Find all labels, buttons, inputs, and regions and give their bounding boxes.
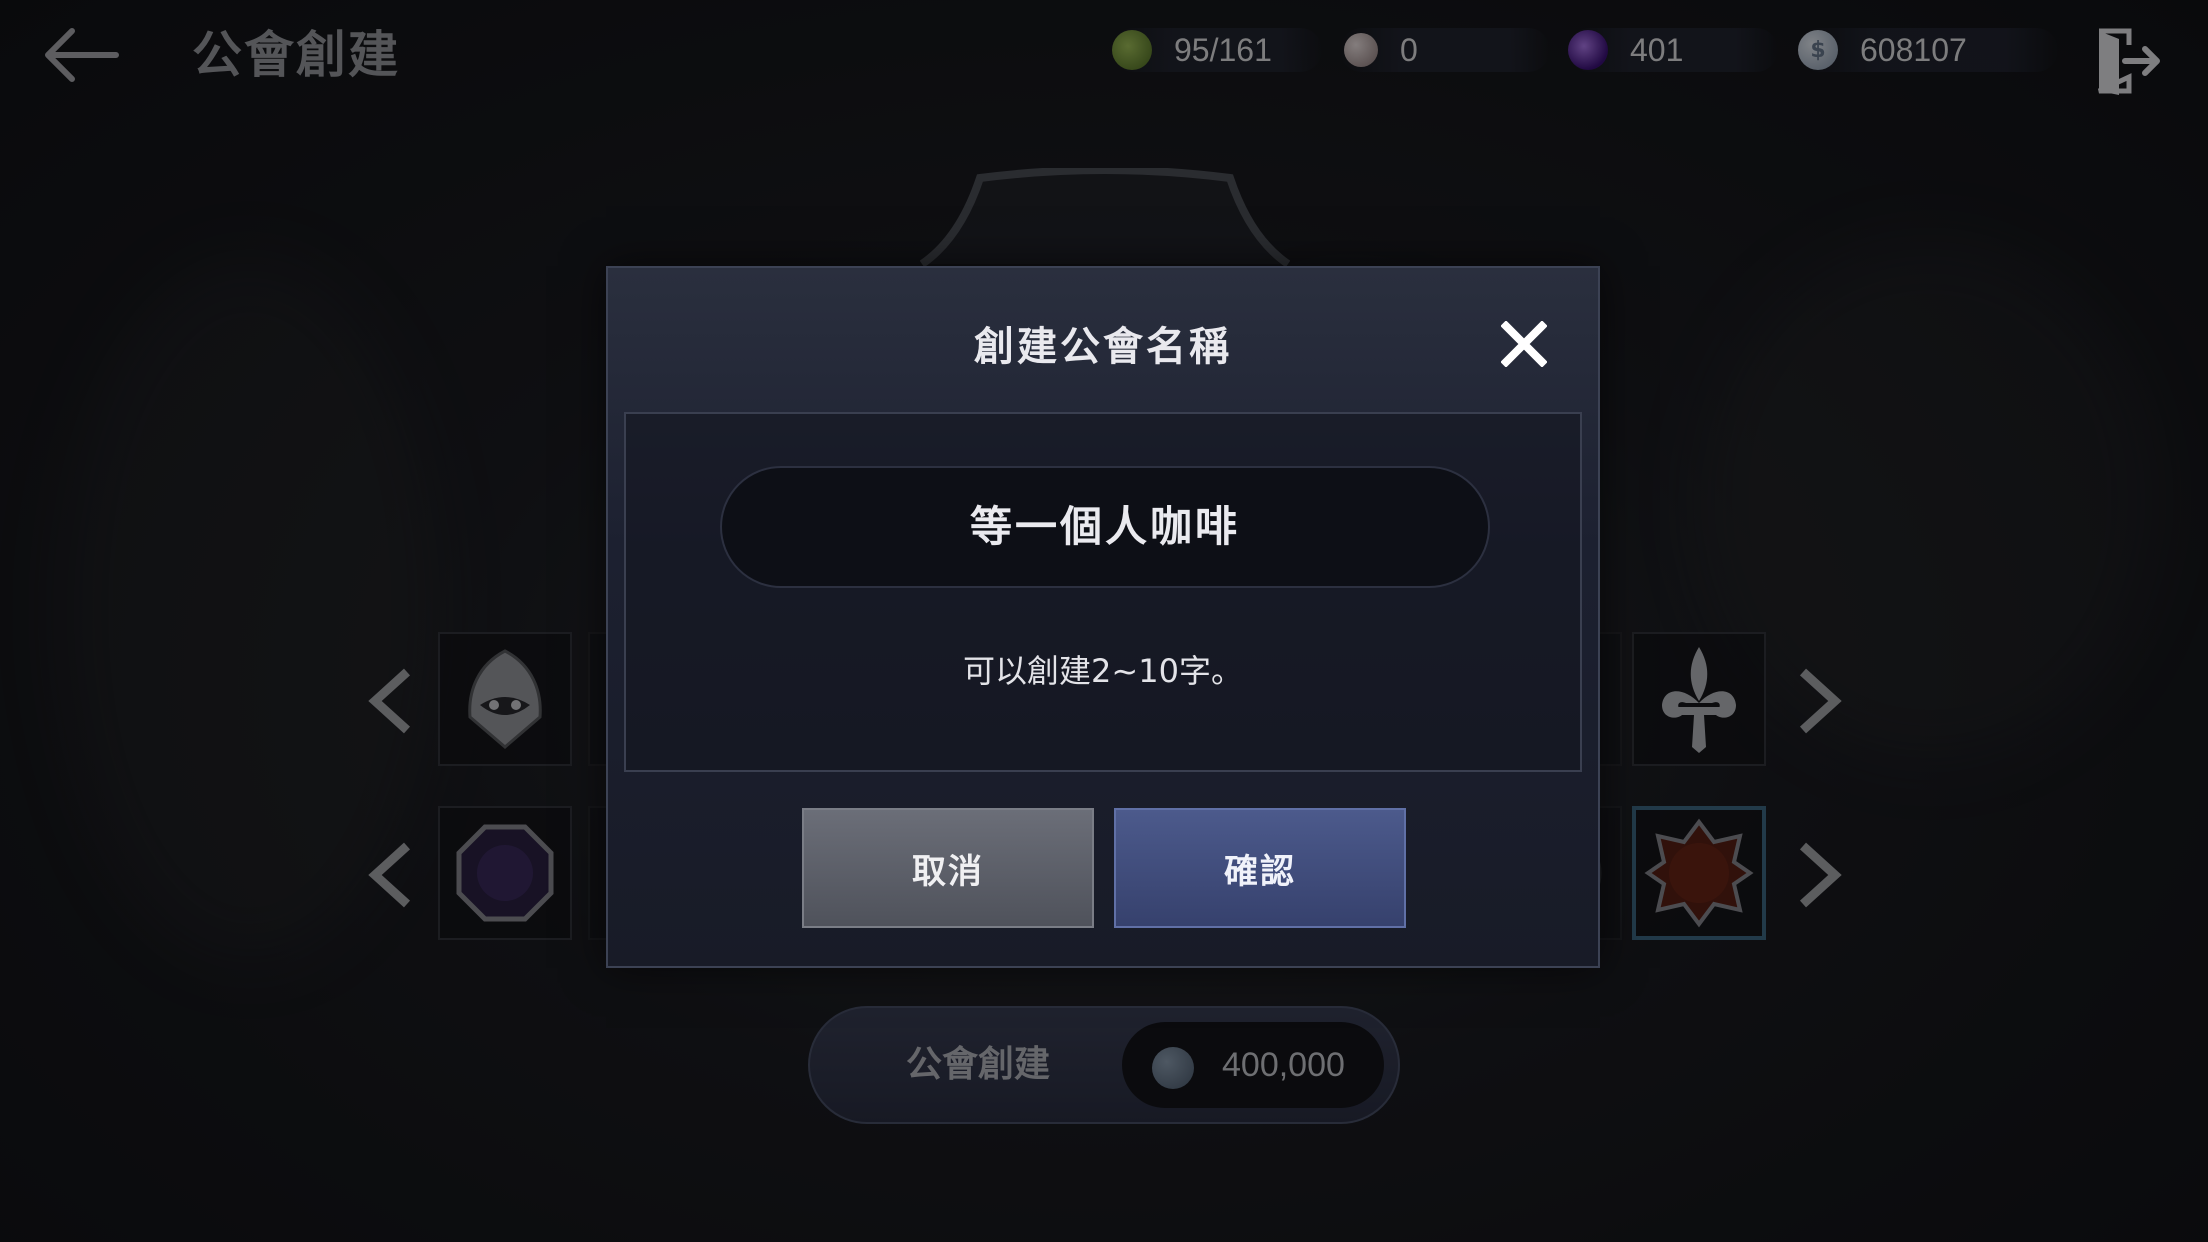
confirm-button[interactable]: 確認 (1114, 808, 1406, 928)
close-button[interactable] (1494, 314, 1554, 374)
close-icon (1501, 321, 1547, 367)
guild-name-input[interactable]: 等一個人咖啡 (720, 466, 1490, 588)
name-length-hint: 可以創建2~10字。 (963, 652, 1243, 690)
cancel-button[interactable]: 取消 (802, 808, 1094, 928)
dialog-title: 創建公會名稱 (974, 324, 1232, 370)
dialog-body: 等一個人咖啡 可以創建2~10字。 (624, 412, 1582, 772)
guild-name-dialog: 創建公會名稱 等一個人咖啡 可以創建2~10字。 取消 確認 (606, 266, 1600, 968)
